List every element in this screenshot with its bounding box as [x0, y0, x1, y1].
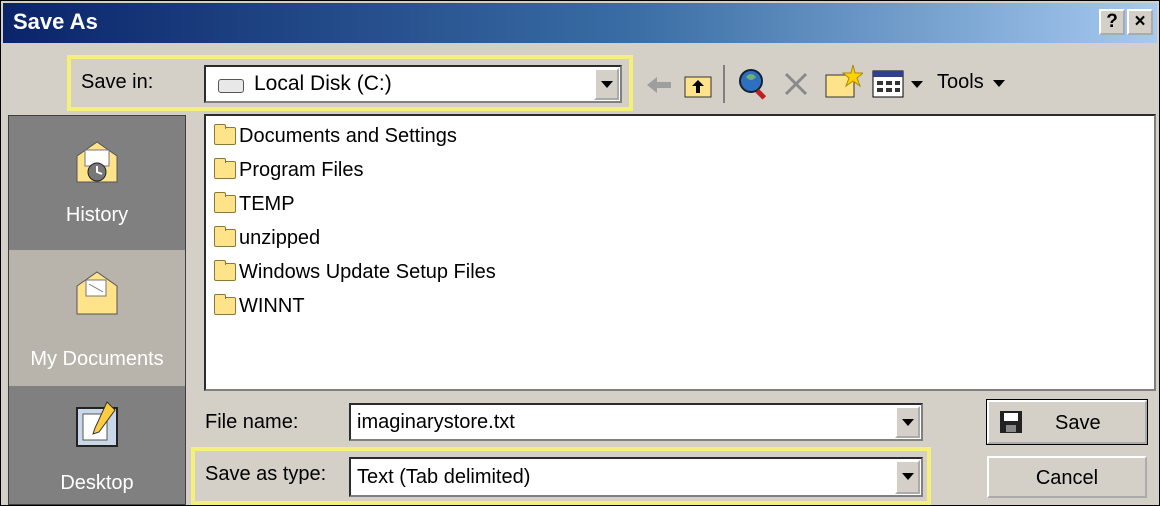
up-folder-icon[interactable] — [683, 71, 713, 99]
list-item-label: TEMP — [239, 192, 295, 215]
folder-icon — [214, 260, 236, 281]
my-documents-icon — [76, 271, 118, 315]
list-item[interactable]: Program Files — [214, 153, 363, 187]
views-dropdown-icon[interactable] — [911, 81, 923, 89]
save-as-dialog: Save As ? × Save in: Local Disk (C:) Too… — [0, 0, 1160, 506]
place-history[interactable]: History — [9, 116, 185, 248]
tools-menu[interactable]: Tools — [937, 71, 1006, 94]
drive-icon — [218, 79, 244, 93]
save-in-combo[interactable]: Local Disk (C:) — [204, 65, 622, 103]
save-type-combo[interactable]: Text (Tab delimited) — [349, 457, 923, 497]
cancel-button[interactable]: Cancel — [987, 456, 1147, 498]
tools-label: Tools — [937, 71, 984, 93]
list-item[interactable]: Documents and Settings — [214, 119, 457, 153]
file-name-field[interactable]: imaginarystore.txt — [357, 411, 515, 434]
help-button[interactable]: ? — [1099, 9, 1125, 35]
folder-icon — [214, 226, 236, 247]
delete-icon[interactable] — [781, 69, 811, 99]
list-item-label: WINNT — [239, 294, 305, 317]
list-item[interactable]: WINNT — [214, 289, 305, 323]
floppy-disk-icon — [1000, 411, 1022, 433]
cancel-button-label: Cancel — [1035, 467, 1099, 489]
save-type-dropdown-button[interactable] — [895, 460, 920, 494]
desktop-icon — [76, 401, 118, 447]
list-item-label: unzipped — [239, 226, 321, 249]
save-in-dropdown-button[interactable] — [594, 68, 619, 100]
place-desktop[interactable]: Desktop — [9, 388, 185, 504]
folder-icon — [214, 192, 236, 213]
list-item-label: Documents and Settings — [239, 124, 457, 147]
file-list[interactable]: Documents and Settings Program Files TEM… — [204, 114, 1156, 391]
save-button[interactable]: Save — [986, 399, 1148, 445]
search-web-icon[interactable] — [737, 67, 771, 101]
history-icon — [76, 141, 118, 183]
folder-icon — [214, 124, 236, 145]
file-name-dropdown-button[interactable] — [895, 406, 920, 438]
close-button[interactable]: × — [1127, 9, 1153, 35]
place-desktop-label: Desktop — [60, 472, 134, 494]
save-type-value: Text (Tab delimited) — [357, 466, 531, 488]
places-bar: History My Documents Desktop — [8, 115, 186, 505]
file-name-combo[interactable]: imaginarystore.txt — [349, 403, 923, 441]
file-name-label: File name: — [205, 411, 299, 433]
back-arrow-icon[interactable] — [643, 73, 673, 97]
save-in-label: Save in: — [81, 71, 154, 93]
place-my-documents-label: My Documents — [30, 348, 164, 370]
save-in-value: Local Disk (C:) — [254, 72, 392, 95]
place-my-documents[interactable]: My Documents — [9, 250, 185, 386]
list-item-label: Windows Update Setup Files — [239, 260, 496, 283]
folder-icon — [214, 158, 236, 179]
toolbar-separator — [723, 65, 725, 103]
list-item-label: Program Files — [239, 158, 364, 181]
new-folder-icon[interactable] — [823, 63, 863, 101]
dialog-title: Save As — [13, 9, 98, 34]
list-item[interactable]: Windows Update Setup Files — [214, 255, 496, 289]
list-item[interactable]: TEMP — [214, 187, 295, 221]
tools-dropdown-icon — [993, 80, 1006, 87]
views-icon[interactable] — [871, 69, 905, 99]
place-history-label: History — [65, 204, 129, 226]
folder-icon — [214, 294, 236, 315]
save-button-label: Save — [1055, 412, 1101, 434]
list-item[interactable]: unzipped — [214, 221, 320, 255]
title-bar[interactable]: Save As ? × — [3, 3, 1157, 43]
save-type-label: Save as type: — [205, 463, 327, 485]
